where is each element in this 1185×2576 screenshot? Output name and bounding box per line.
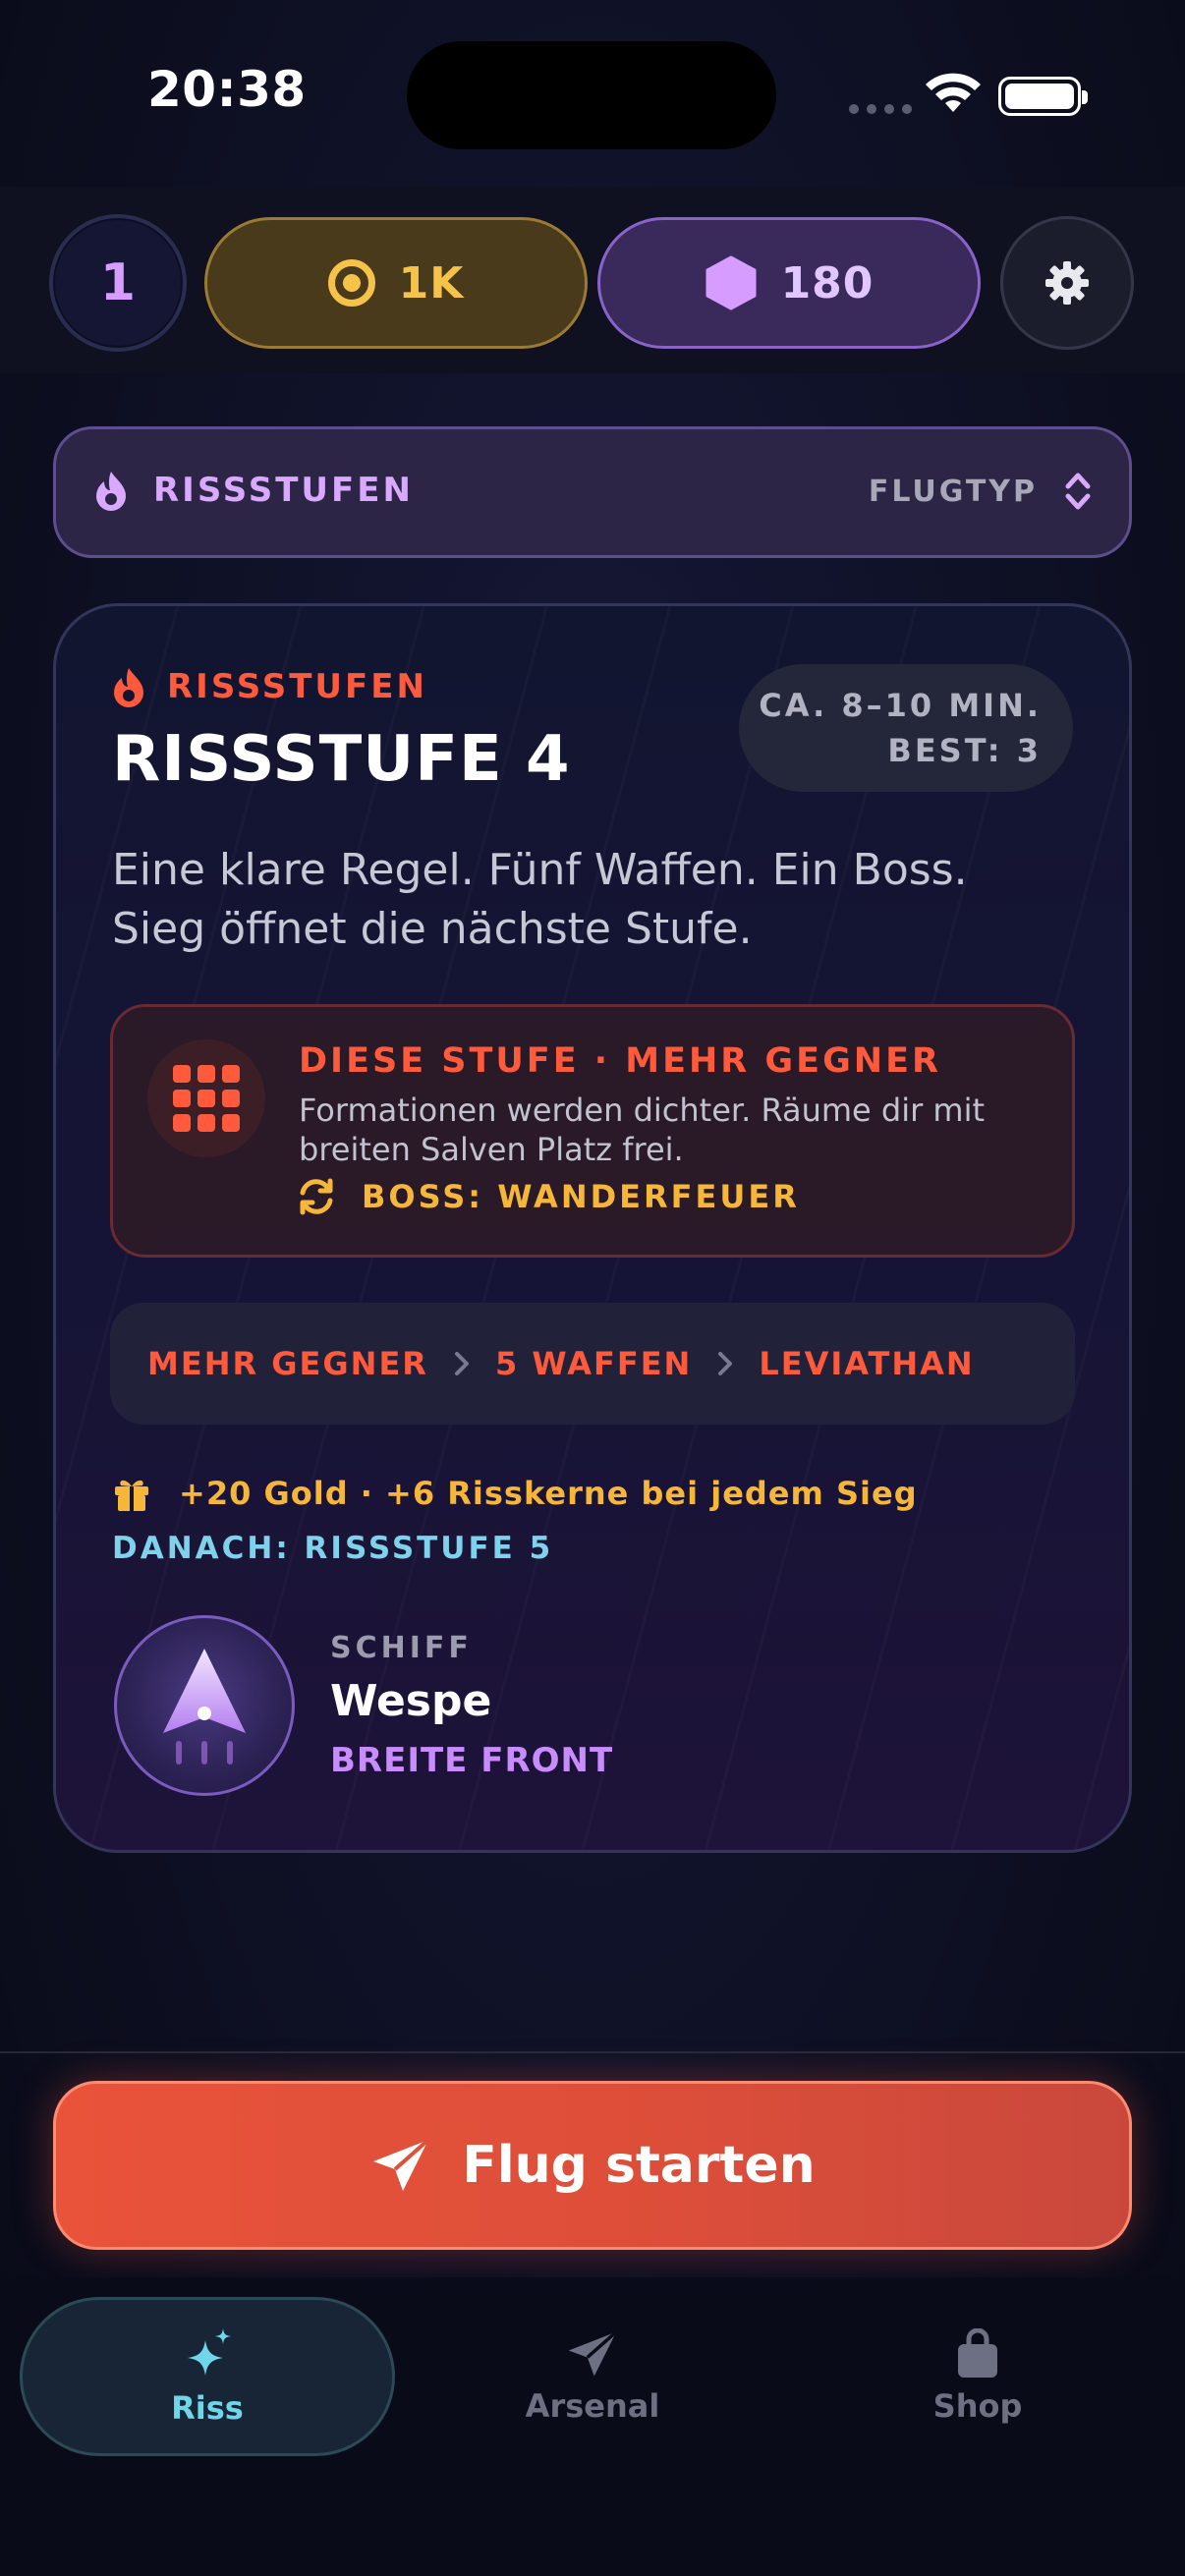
tab-riss-label: Riss xyxy=(171,2389,244,2427)
stage-path: MEHR GEGNER 5 WAFFEN LEVIATHAN xyxy=(110,1303,1075,1425)
tab-riss[interactable]: Riss xyxy=(20,2297,395,2456)
mode-selector-left: RISSSTUFEN xyxy=(94,470,414,511)
ship-label: SCHIFF xyxy=(330,1631,473,1665)
ship-name: Wespe xyxy=(330,1676,492,1726)
settings-button[interactable] xyxy=(1000,216,1134,350)
battery-icon xyxy=(998,77,1088,116)
tab-shop-label: Shop xyxy=(932,2387,1023,2425)
gear-icon xyxy=(1045,261,1089,305)
tab-arsenal-label: Arsenal xyxy=(525,2387,660,2425)
refresh-icon xyxy=(300,1178,333,1215)
coin-icon xyxy=(327,259,375,307)
shopping-bag-icon xyxy=(958,2328,997,2378)
player-level-badge[interactable]: 1 xyxy=(49,214,187,352)
paper-plane-icon xyxy=(373,2138,430,2191)
ship-avatar[interactable] xyxy=(114,1615,295,1796)
stage-meta-pill: CA. 8–10 MIN. BEST: 3 xyxy=(739,664,1073,792)
wifi-icon xyxy=(926,73,981,112)
flame-icon xyxy=(114,668,143,707)
chevron-right-icon xyxy=(718,1352,733,1375)
reward-row: +20 Gold · +6 Risskerne bei jedem Sieg xyxy=(112,1474,918,1513)
cellular-signal-icon xyxy=(849,104,912,114)
path-step: MEHR GEGNER xyxy=(147,1345,428,1382)
next-stage-text: DANACH: RISSSTUFE 5 xyxy=(112,1531,554,1566)
stage-tag: RISSSTUFEN xyxy=(112,666,427,707)
stage-duration: CA. 8–10 MIN. xyxy=(759,687,1042,724)
gem-amount: 180 xyxy=(780,257,875,308)
modifier-title: DIESE STUFE · MEHR GEGNER xyxy=(299,1041,941,1081)
stage-tag-label: RISSSTUFEN xyxy=(167,667,427,706)
gem-balance-pill[interactable]: 180 xyxy=(597,217,981,349)
bottom-divider xyxy=(0,2051,1185,2053)
start-flight-button[interactable]: Flug starten xyxy=(53,2081,1132,2250)
boss-name: BOSS: WANDERFEUER xyxy=(362,1178,800,1215)
mode-label: RISSSTUFEN xyxy=(153,471,414,510)
stage-best: BEST: 3 xyxy=(887,732,1042,769)
stage-description: Eine klare Regel. Fünf Waffen. Ein Boss.… xyxy=(112,845,968,954)
path-step: LEVIATHAN xyxy=(759,1345,975,1382)
gold-amount: 1K xyxy=(398,257,465,308)
path-step: 5 WAFFEN xyxy=(494,1345,693,1382)
hexagon-gem-icon xyxy=(705,255,757,310)
chevron-up-down-icon xyxy=(1065,473,1091,510)
reward-text: +20 Gold · +6 Risskerne bei jedem Sieg xyxy=(179,1475,918,1512)
ship-trait: BREITE FRONT xyxy=(330,1741,614,1780)
sparkles-icon xyxy=(188,2328,231,2376)
ship-icon xyxy=(163,1649,246,1764)
modifier-description: Formationen werden dichter. Räume dir mi… xyxy=(299,1092,986,1168)
paper-plane-icon xyxy=(568,2330,618,2377)
dynamic-island xyxy=(407,41,776,149)
boss-row: BOSS: WANDERFEUER xyxy=(295,1177,800,1216)
stage-title: RISSSTUFE 4 xyxy=(112,723,571,796)
flight-type-selector[interactable]: FLUGTYP xyxy=(869,470,1093,513)
start-flight-label: Flug starten xyxy=(462,2136,816,2195)
tab-shop[interactable]: Shop xyxy=(790,2297,1165,2456)
tab-arsenal[interactable]: Arsenal xyxy=(405,2297,780,2456)
flight-type-label: FLUGTYP xyxy=(868,474,1038,509)
gold-balance-pill[interactable]: 1K xyxy=(204,217,588,349)
grid-icon xyxy=(147,1039,265,1157)
status-time: 20:38 xyxy=(147,61,307,118)
flame-icon xyxy=(96,472,126,511)
chevron-right-icon xyxy=(454,1352,469,1375)
gift-icon xyxy=(115,1480,148,1511)
